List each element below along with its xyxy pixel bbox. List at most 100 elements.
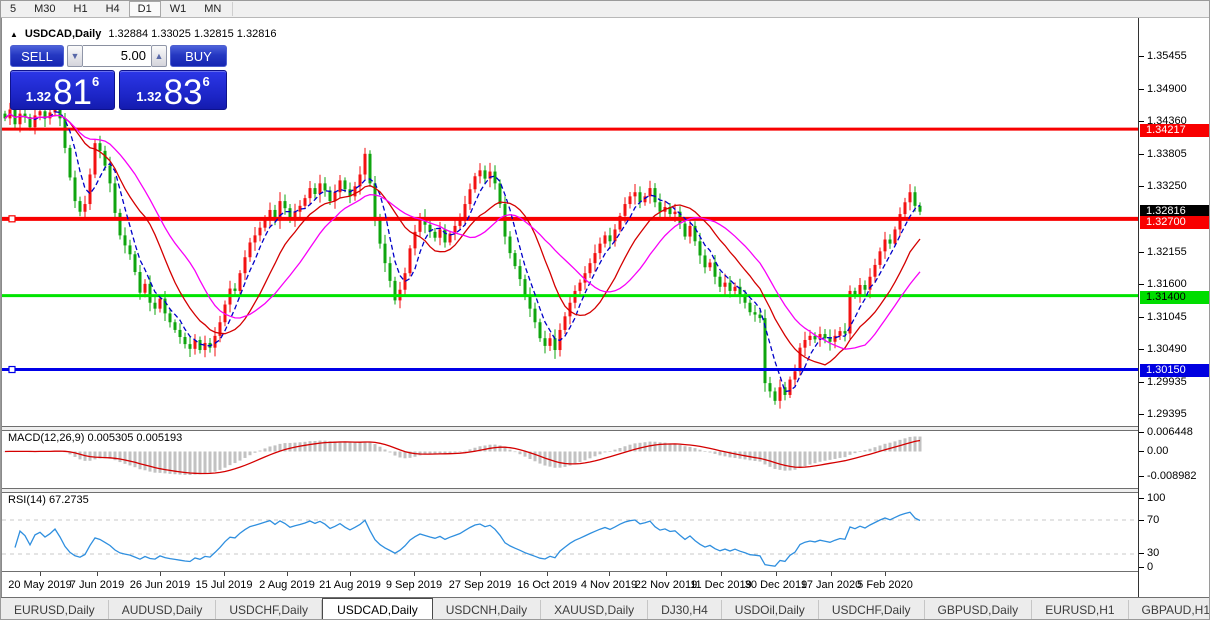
chart-tab-usdcnh-daily[interactable]: USDCNH,Daily: [433, 600, 541, 620]
date-tick-mark: [160, 572, 161, 576]
date-axis-label: 2 Aug 2019: [259, 579, 315, 591]
chart-tab-gbpusd-daily[interactable]: GBPUSD,Daily: [925, 600, 1033, 620]
chart-tab-bar: EURUSD,DailyAUDUSD,DailyUSDCHF,DailyUSDC…: [1, 597, 1210, 620]
timeframe-toolbar: 5M30H1H4D1W1MN: [1, 1, 1210, 18]
volume-increase-icon[interactable]: ▲: [151, 45, 167, 67]
price-marker-131400: 1.31400: [1140, 291, 1210, 304]
axis-tick-mark: [1139, 186, 1144, 187]
price-axis-label: 1.29935: [1147, 376, 1187, 389]
date-tick-mark: [97, 572, 98, 576]
chart-window: ▲ USDCAD,Daily 1.32884 1.33025 1.32815 1…: [1, 18, 1210, 597]
rsi-axis-label: 30: [1147, 547, 1159, 560]
date-axis-label: 22 Nov 2019: [635, 579, 697, 591]
chart-tab-dj30-h4[interactable]: DJ30,H4: [648, 600, 722, 620]
timeframe-button-d1[interactable]: D1: [129, 1, 161, 17]
date-tick-mark: [480, 572, 481, 576]
buy-button[interactable]: BUY: [170, 45, 227, 67]
volume-field[interactable]: 5.00: [83, 45, 151, 67]
date-tick-mark: [609, 572, 610, 576]
axis-tick-mark: [1139, 498, 1144, 499]
price-marker-130150: 1.30150: [1140, 364, 1210, 377]
timeframe-button-mn[interactable]: MN: [195, 1, 230, 17]
price-axis-label: 1.30490: [1147, 343, 1187, 356]
rsi-axis-label: 70: [1147, 514, 1159, 527]
axis-tick-mark: [1139, 382, 1144, 383]
timeframe-button-w1[interactable]: W1: [161, 1, 196, 17]
axis-tick-mark: [1139, 520, 1144, 521]
buy-price-prefix: 1.32: [136, 89, 161, 104]
axis-tick-mark: [1139, 121, 1144, 122]
date-tick-mark: [414, 572, 415, 576]
axis-tick-mark: [1139, 567, 1144, 568]
price-axis[interactable]: 1.354551.349001.343601.338051.332501.321…: [1138, 18, 1210, 597]
date-axis-label: 16 Oct 2019: [517, 579, 577, 591]
macd-axis-label: 0.00: [1147, 445, 1168, 458]
trade-panel-controls: SELL ▼ 5.00 ▲ BUY: [10, 45, 227, 67]
date-axis-label: 21 Aug 2019: [319, 579, 381, 591]
date-axis-label: 15 Jul 2019: [196, 579, 253, 591]
date-axis-label: 30 Dec 2019: [745, 579, 807, 591]
chart-tab-eurusd-daily[interactable]: EURUSD,Daily: [1, 600, 109, 620]
chart-tab-eurusd-h1[interactable]: EURUSD,H1: [1032, 600, 1128, 620]
axis-tick-mark: [1139, 553, 1144, 554]
axis-tick-mark: [1139, 252, 1144, 253]
buy-price-button[interactable]: 1.32 83 6: [119, 70, 227, 110]
timeframe-button-m30[interactable]: M30: [25, 1, 64, 17]
price-axis-label: 1.32155: [1147, 246, 1187, 259]
chart-symbol-period: USDCAD,Daily: [25, 28, 101, 40]
axis-tick-mark: [1139, 349, 1144, 350]
axis-tick-mark: [1139, 56, 1144, 57]
price-axis-label: 1.35455: [1147, 50, 1187, 63]
date-tick-mark: [547, 572, 548, 576]
rsi-indicator-label: RSI(14) 67.2735: [8, 494, 89, 506]
volume-stepper: ▼ 5.00 ▲: [67, 45, 167, 67]
sell-price-prefix: 1.32: [26, 89, 51, 104]
date-tick-mark: [224, 572, 225, 576]
one-click-trade-panel: SELL ▼ 5.00 ▲ BUY 1.32 81 6 1.32 83 6: [10, 45, 227, 110]
chart-tab-xauusd-daily[interactable]: XAUUSD,Daily: [541, 600, 648, 620]
date-axis-label: 5 Feb 2020: [857, 579, 913, 591]
date-axis-label: 9 Sep 2019: [386, 579, 442, 591]
buy-price-big: 83: [164, 76, 203, 109]
chart-tab-usdchf-daily[interactable]: USDCHF,Daily: [819, 600, 925, 620]
timeframe-button-h1[interactable]: H1: [65, 1, 97, 17]
date-tick-mark: [40, 572, 41, 576]
date-axis-label: 20 May 2019: [8, 579, 72, 591]
chart-tab-usdchf-daily[interactable]: USDCHF,Daily: [216, 600, 322, 620]
axis-tick-mark: [1139, 432, 1144, 433]
axis-tick-mark: [1139, 284, 1144, 285]
price-marker-132700: 1.32700: [1140, 216, 1210, 229]
macd-indicator-label: MACD(12,26,9) 0.005305 0.005193: [8, 432, 182, 444]
date-tick-mark: [776, 572, 777, 576]
sell-price-button[interactable]: 1.32 81 6: [10, 70, 115, 110]
price-marker-134217: 1.34217: [1140, 124, 1210, 137]
chart-tab-usdcad-daily[interactable]: USDCAD,Daily: [322, 598, 433, 620]
date-axis[interactable]: 20 May 20197 Jun 201926 Jun 201915 Jul 2…: [2, 572, 1138, 597]
mt4-window: 5M30H1H4D1W1MN ▲ USDCAD,Daily 1.32884 1.…: [0, 0, 1210, 620]
timeframe-button-h4[interactable]: H4: [97, 1, 129, 17]
date-tick-mark: [287, 572, 288, 576]
date-axis-label: 11 Dec 2019: [690, 579, 752, 591]
rsi-axis-label: 100: [1147, 492, 1165, 505]
collapse-triangle-icon[interactable]: ▲: [10, 30, 18, 39]
sell-price-sup: 6: [92, 74, 99, 89]
volume-decrease-icon[interactable]: ▼: [67, 45, 83, 67]
chart-tab-audusd-daily[interactable]: AUDUSD,Daily: [109, 600, 217, 620]
price-axis-label: 1.34900: [1147, 83, 1187, 96]
timeframe-button-5[interactable]: 5: [1, 1, 25, 17]
chart-tab-gbpaud-h1[interactable]: GBPAUD,H1: [1129, 600, 1210, 620]
toolbar-divider: [232, 2, 233, 16]
axis-tick-mark: [1139, 89, 1144, 90]
chart-ohlc-readout: 1.32884 1.33025 1.32815 1.32816: [108, 28, 276, 40]
buy-price-sup: 6: [203, 74, 210, 89]
price-axis-label: 1.33250: [1147, 180, 1187, 193]
chart-tab-usdoil-daily[interactable]: USDOil,Daily: [722, 600, 819, 620]
sell-price-big: 81: [53, 76, 92, 109]
date-tick-mark: [885, 572, 886, 576]
macd-axis-label: -0.008982: [1147, 470, 1197, 483]
sell-button[interactable]: SELL: [10, 45, 64, 67]
trade-panel-prices: 1.32 81 6 1.32 83 6: [10, 70, 227, 110]
price-axis-label: 1.33805: [1147, 148, 1187, 161]
date-axis-label: 4 Nov 2019: [581, 579, 637, 591]
date-axis-label: 26 Jun 2019: [130, 579, 191, 591]
